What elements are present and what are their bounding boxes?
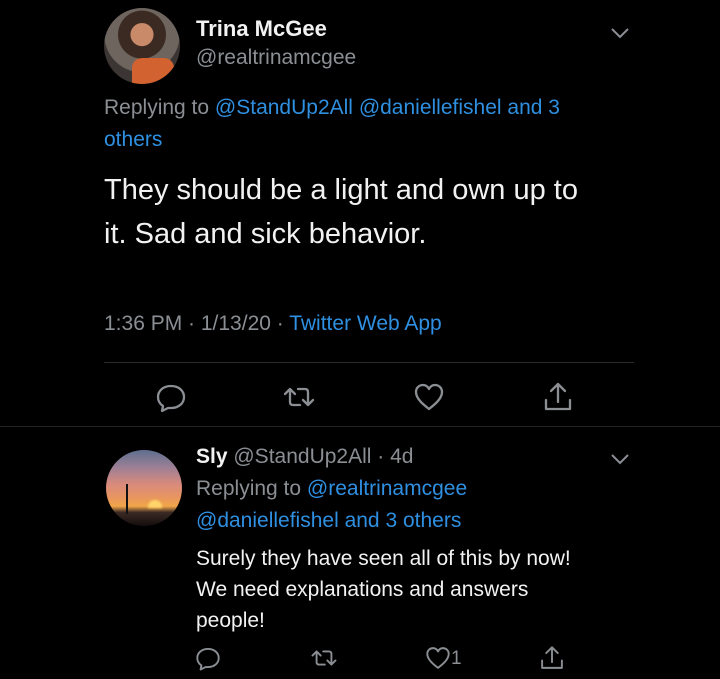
avatar-sly[interactable] bbox=[106, 450, 182, 526]
mention-realtrinamcgee[interactable]: @realtrinamcgee bbox=[307, 477, 467, 500]
tweet-text-line: They should be a light and own up to bbox=[104, 174, 578, 206]
share-icon bbox=[544, 382, 572, 411]
reply-text-line: We need explanations and answers bbox=[196, 578, 529, 601]
reply-share-button[interactable] bbox=[538, 644, 566, 672]
mention-daniellefishel[interactable]: @daniellefishel bbox=[359, 96, 502, 119]
author-handle[interactable]: @realtrinamcgee bbox=[196, 46, 356, 70]
reply-replying-to: Replying to @realtrinamcgee @daniellefis… bbox=[196, 473, 636, 537]
tweet-meta: 1:36 PM · 1/13/20 · Twitter Web App bbox=[104, 312, 442, 336]
tweet-thread: Trina McGee @realtrinamcgee Replying to … bbox=[0, 0, 720, 679]
chevron-down-icon[interactable] bbox=[610, 26, 630, 40]
share-button[interactable] bbox=[541, 380, 575, 414]
tweet-text-line: it. Sad and sick behavior. bbox=[104, 218, 427, 250]
author-name[interactable]: Trina McGee bbox=[196, 16, 327, 42]
mention-others-2[interactable]: others bbox=[104, 128, 162, 151]
mention-daniellefishel-others[interactable]: @daniellefishel and 3 others bbox=[196, 509, 461, 532]
reply-author-handle-time[interactable]: @StandUp2All · 4d bbox=[228, 445, 413, 468]
reply-author-name[interactable]: Sly bbox=[196, 445, 228, 468]
reply-icon bbox=[156, 384, 186, 413]
share-icon bbox=[541, 646, 563, 669]
reply-reply-button[interactable] bbox=[194, 644, 222, 672]
tweet-source-link[interactable]: Twitter Web App bbox=[289, 312, 442, 335]
divider bbox=[104, 362, 634, 363]
reply-text-line: Surely they have seen all of this by now… bbox=[196, 547, 571, 570]
avatar-trina[interactable] bbox=[104, 8, 180, 84]
like-button[interactable] bbox=[412, 380, 446, 414]
like-count: 1 bbox=[451, 648, 462, 669]
replying-label: Replying to bbox=[196, 477, 307, 500]
reply-like-button[interactable] bbox=[424, 644, 452, 672]
tweet-timestamp: 1:36 PM · 1/13/20 · bbox=[104, 312, 290, 335]
replying-label: Replying to bbox=[104, 96, 215, 119]
like-icon bbox=[426, 647, 450, 669]
retweet-button[interactable] bbox=[282, 380, 316, 414]
reply-icon bbox=[196, 647, 220, 671]
reply-text: Surely they have seen all of this by now… bbox=[196, 543, 636, 636]
retweet-icon bbox=[283, 387, 315, 407]
reply-text-line: people! bbox=[196, 609, 265, 632]
replying-to: Replying to @StandUp2All @daniellefishel… bbox=[104, 92, 624, 156]
reply-button[interactable] bbox=[154, 380, 188, 414]
divider bbox=[0, 426, 720, 427]
tweet-text: They should be a light and own up to it.… bbox=[104, 168, 644, 256]
chevron-down-icon[interactable] bbox=[610, 452, 630, 466]
reply-header: Sly @StandUp2All · 4d bbox=[196, 445, 413, 469]
like-icon bbox=[414, 383, 444, 411]
retweet-icon bbox=[311, 650, 337, 666]
mention-others[interactable]: and 3 bbox=[507, 96, 560, 119]
reply-retweet-button[interactable] bbox=[310, 644, 338, 672]
mention-standup2all[interactable]: @StandUp2All bbox=[215, 96, 353, 119]
